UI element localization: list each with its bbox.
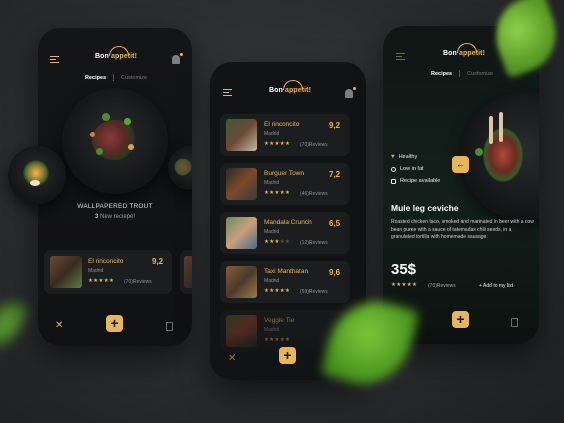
add-button[interactable]: +: [106, 315, 123, 332]
document-icon[interactable]: [511, 318, 518, 327]
star-rating: ★★★★★: [264, 288, 290, 294]
reviews-count: (70)Reviews: [124, 279, 152, 285]
leaf-decoration: [0, 295, 29, 353]
restaurant-city: Madrid: [264, 229, 280, 235]
floating-dish-image: [8, 146, 66, 204]
restaurant-city: Madrid: [264, 131, 280, 137]
star-rating: ★★★★★: [264, 141, 290, 147]
tag-list: ♥ Healthy Low in fat Recipe available: [391, 154, 440, 184]
restaurant-thumbnail: [184, 256, 192, 288]
logo-arc: [457, 43, 477, 53]
tab-divider: [113, 74, 115, 81]
star-rating: ★★★★★: [88, 278, 114, 284]
reviews-count: (46)Reviews: [300, 191, 328, 197]
star-icon: ★: [411, 282, 418, 288]
app-logo: Bon appetit!: [443, 43, 485, 57]
restaurant-card[interactable]: Burguer Town Madrid 7,2 ★★★★★ (46)Review…: [220, 163, 350, 205]
app-logo: Bon appetit!: [95, 46, 137, 60]
tab-customize[interactable]: Customize: [121, 75, 147, 81]
dish-description: Roasted chicken taco, smoked and marinat…: [391, 219, 534, 241]
add-to-list-link[interactable]: + Add to my list: [479, 283, 513, 289]
add-button[interactable]: +: [452, 311, 469, 328]
tag-label: Low in fat: [400, 166, 424, 172]
restaurant-card[interactable]: Mandala Crunch Madrid 6,5 ★★★★★ (12)Revi…: [220, 212, 350, 254]
menu-icon[interactable]: [50, 56, 59, 63]
star-icon: ★: [284, 141, 291, 147]
tab-divider: [459, 70, 461, 77]
new-recipes-caption: 3 New reciepe!: [38, 214, 192, 220]
star-icon: ★: [284, 239, 291, 245]
restaurant-name: Mandala Crunch: [264, 219, 312, 226]
star-icon: ★: [284, 190, 291, 196]
restaurant-name: Taxi Manthatan: [264, 268, 309, 275]
tab-customize[interactable]: Customize: [467, 71, 493, 77]
tab-recipes[interactable]: Recipes: [431, 71, 452, 77]
tag-item: Low in fat: [391, 166, 440, 172]
star-rating: ★★★★★: [391, 282, 417, 288]
restaurant-city: Madrid: [264, 278, 280, 284]
restaurant-thumbnail: [226, 266, 257, 298]
menu-icon[interactable]: [223, 89, 232, 96]
dish-title: Mule leg ceviche: [391, 203, 459, 213]
dish-image: [461, 92, 539, 220]
restaurant-name: Veggie Tie: [264, 317, 295, 324]
bell-icon[interactable]: [172, 53, 183, 64]
document-icon[interactable]: [166, 322, 173, 331]
restaurant-score: 9,2: [152, 257, 164, 266]
tab-bar: Recipes Customize: [85, 74, 147, 81]
restaurant-name: Burguer Town: [264, 170, 304, 177]
restaurant-thumbnail: [226, 119, 257, 151]
back-button[interactable]: ←: [452, 156, 469, 173]
cutlery-icon[interactable]: ✕: [228, 354, 238, 364]
featured-dish-image[interactable]: [62, 88, 168, 194]
dish-price: 35$: [391, 261, 417, 278]
restaurant-card-next[interactable]: [180, 250, 192, 294]
restaurant-card[interactable]: El rinconcito Madrid 9,2 ★★★★★ (70)Revie…: [220, 114, 350, 156]
restaurant-name: El rinconcito: [88, 258, 124, 265]
reviews-count: (59)Reviews: [300, 289, 328, 295]
restaurant-score: 9,2: [329, 121, 341, 130]
star-icon: ★: [108, 278, 115, 284]
bell-icon[interactable]: [345, 87, 356, 98]
logo-arc: [109, 46, 129, 56]
next-dish-image[interactable]: [168, 146, 192, 190]
restaurant-score: 9,6: [329, 268, 341, 277]
tab-recipes[interactable]: Recipes: [85, 75, 106, 81]
tab-bar: Recipes Customize: [431, 70, 493, 77]
app-logo: Bon appetit!: [269, 80, 311, 94]
tag-label: Healthy: [398, 154, 418, 160]
restaurant-score: 6,5: [329, 219, 341, 228]
star-rating: ★★★★★: [264, 190, 290, 196]
cutlery-icon[interactable]: ✕: [55, 321, 65, 331]
logo-arc: [283, 80, 303, 90]
restaurant-city: Madrid: [88, 268, 104, 274]
restaurant-thumbnail: [226, 217, 257, 249]
restaurant-thumbnail: [50, 256, 82, 288]
reviews-count: (70)Reviews: [300, 142, 328, 148]
leaf-icon: [391, 166, 396, 172]
tag-item: Recipe available: [391, 178, 440, 184]
restaurant-name: El rinconcito: [264, 121, 300, 128]
restaurant-score: 7,2: [329, 170, 341, 179]
restaurant-card[interactable]: Taxi Manthatan Madrid 9,6 ★★★★★ (59)Revi…: [220, 261, 350, 303]
reviews-count: (70)Reviews: [428, 283, 456, 289]
tag-item: ♥ Healthy: [391, 154, 440, 160]
menu-icon[interactable]: [396, 53, 405, 60]
tag-label: Recipe available: [400, 178, 441, 184]
heart-icon: ♥: [391, 154, 395, 160]
restaurant-card[interactable]: El rinconcito Madrid 9,2 ★★★★★ (70)Revie…: [44, 250, 172, 294]
recipe-icon: [391, 178, 396, 184]
restaurant-thumbnail: [226, 168, 257, 200]
add-button[interactable]: +: [279, 347, 296, 364]
star-icon: ★: [284, 288, 291, 294]
reviews-count: (12)Reviews: [300, 240, 328, 246]
new-recipes-count: 3: [94, 214, 99, 220]
star-rating: ★★★★★: [264, 239, 290, 245]
restaurant-city: Madrid: [264, 180, 280, 186]
featured-dish-title: WALLPAPERED TROUT: [77, 203, 153, 210]
new-recipes-label: New reciepe!: [100, 214, 136, 220]
